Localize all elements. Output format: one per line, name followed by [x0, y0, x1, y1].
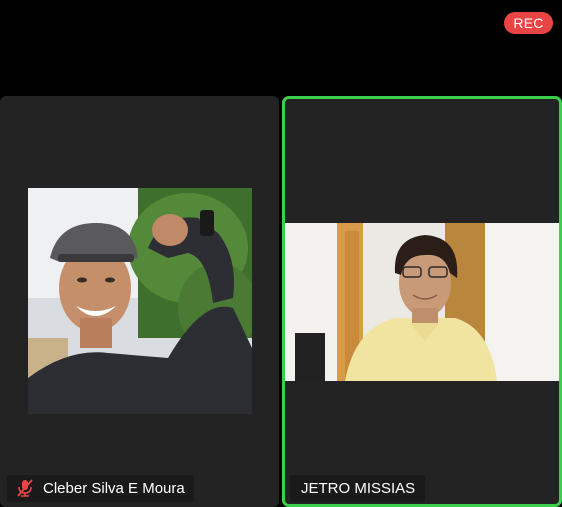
- participant-name-label: JETRO MISSIAS: [290, 475, 426, 502]
- participant-tile[interactable]: Cleber Silva E Moura: [0, 96, 279, 507]
- recording-badge: REC: [504, 12, 553, 34]
- muted-mic-icon: [17, 478, 33, 497]
- participant-name-label: Cleber Silva E Moura: [7, 475, 194, 502]
- participant-video: [28, 188, 252, 414]
- participant-name: JETRO MISSIAS: [301, 480, 416, 497]
- participant-name: Cleber Silva E Moura: [43, 480, 185, 497]
- participant-tile-active-speaker[interactable]: JETRO MISSIAS: [282, 96, 562, 507]
- participant-video: [285, 223, 559, 381]
